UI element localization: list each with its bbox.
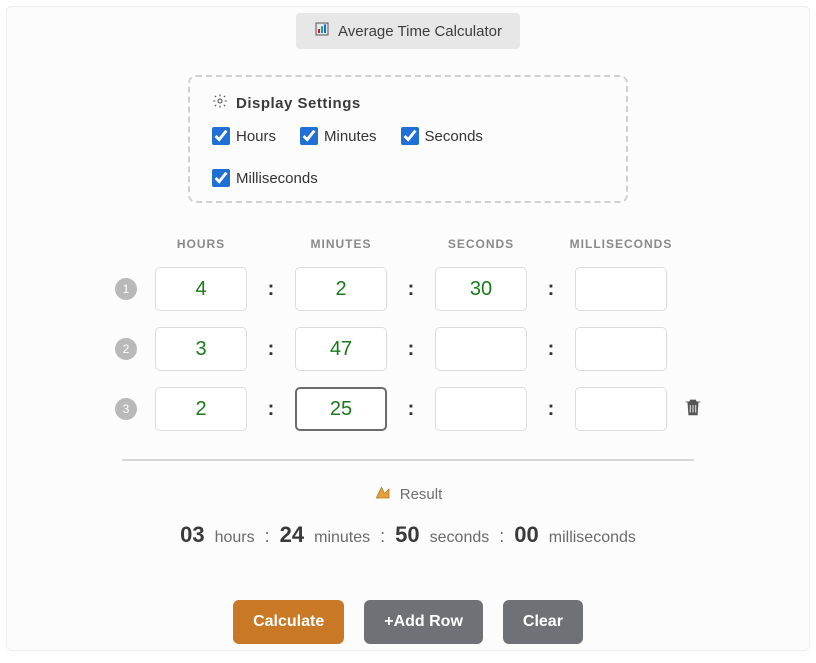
time-input-grid: HOURS MINUTES SECONDS MILLISECONDS 1 : :… (111, 237, 705, 431)
checkbox-hours-input[interactable] (212, 127, 230, 145)
colon: : (408, 278, 415, 301)
colon: : (268, 398, 275, 421)
input-milliseconds[interactable] (575, 387, 667, 431)
colon: : (548, 278, 555, 301)
checkbox-milliseconds-input[interactable] (212, 169, 230, 187)
checkbox-minutes[interactable]: Minutes (300, 127, 377, 145)
result-seconds-unit: seconds (430, 529, 490, 547)
divider (122, 459, 694, 461)
calculator-card: Average Time Calculator Display Settings… (6, 6, 810, 651)
header-seconds: SECONDS (448, 237, 514, 251)
input-seconds[interactable] (435, 387, 527, 431)
input-hours[interactable] (155, 387, 247, 431)
result-milliseconds-unit: milliseconds (549, 529, 636, 547)
colon: : (548, 338, 555, 361)
colon: : (268, 338, 275, 361)
clear-button[interactable]: Clear (503, 600, 583, 644)
checkbox-seconds[interactable]: Seconds (401, 127, 483, 145)
result-seconds-value: 50 (395, 522, 419, 548)
result-minutes-unit: minutes (314, 529, 370, 547)
row-number: 1 (115, 278, 137, 300)
colon: : (265, 526, 270, 547)
result-milliseconds-value: 00 (514, 522, 538, 548)
row-number: 2 (115, 338, 137, 360)
checkbox-hours-label: Hours (236, 128, 276, 145)
row-number: 3 (115, 398, 137, 420)
input-milliseconds[interactable] (575, 267, 667, 311)
input-seconds[interactable] (435, 327, 527, 371)
display-settings-panel: Display Settings Hours Minutes Seconds M… (188, 75, 628, 203)
input-seconds[interactable] (435, 267, 527, 311)
input-minutes[interactable] (295, 387, 387, 431)
input-milliseconds[interactable] (575, 327, 667, 371)
checkbox-seconds-label: Seconds (425, 128, 483, 145)
add-row-button[interactable]: +Add Row (364, 600, 483, 644)
checkbox-minutes-label: Minutes (324, 128, 377, 145)
result-area: Result 03 hours : 24 minutes : 50 second… (180, 483, 636, 548)
checkbox-milliseconds[interactable]: Milliseconds (212, 169, 318, 187)
result-hours-value: 03 (180, 522, 204, 548)
result-hours-unit: hours (215, 529, 255, 547)
input-hours[interactable] (155, 267, 247, 311)
checkbox-hours[interactable]: Hours (212, 127, 276, 145)
colon: : (408, 398, 415, 421)
checkbox-minutes-input[interactable] (300, 127, 318, 145)
input-minutes[interactable] (295, 327, 387, 371)
settings-heading: Display Settings (236, 95, 361, 112)
title-text: Average Time Calculator (338, 23, 502, 40)
input-hours[interactable] (155, 327, 247, 371)
checkbox-seconds-input[interactable] (401, 127, 419, 145)
button-row: Calculate +Add Row Clear (233, 600, 583, 644)
colon: : (380, 526, 385, 547)
colon: : (499, 526, 504, 547)
colon: : (268, 278, 275, 301)
colon: : (408, 338, 415, 361)
input-minutes[interactable] (295, 267, 387, 311)
trash-icon (682, 405, 704, 422)
checkbox-milliseconds-label: Milliseconds (236, 170, 318, 187)
chart-icon (314, 21, 330, 41)
result-minutes-value: 24 (280, 522, 304, 548)
pointer-icon (374, 483, 392, 505)
header-minutes: MINUTES (311, 237, 372, 251)
delete-row-button[interactable] (682, 396, 704, 423)
title-pill: Average Time Calculator (296, 13, 520, 49)
header-hours: HOURS (177, 237, 225, 251)
colon: : (548, 398, 555, 421)
header-milliseconds: MILLISECONDS (570, 237, 673, 251)
gear-icon (212, 93, 228, 113)
result-line: 03 hours : 24 minutes : 50 seconds : 00 … (180, 522, 636, 548)
result-label-text: Result (400, 486, 443, 503)
calculate-button[interactable]: Calculate (233, 600, 344, 644)
